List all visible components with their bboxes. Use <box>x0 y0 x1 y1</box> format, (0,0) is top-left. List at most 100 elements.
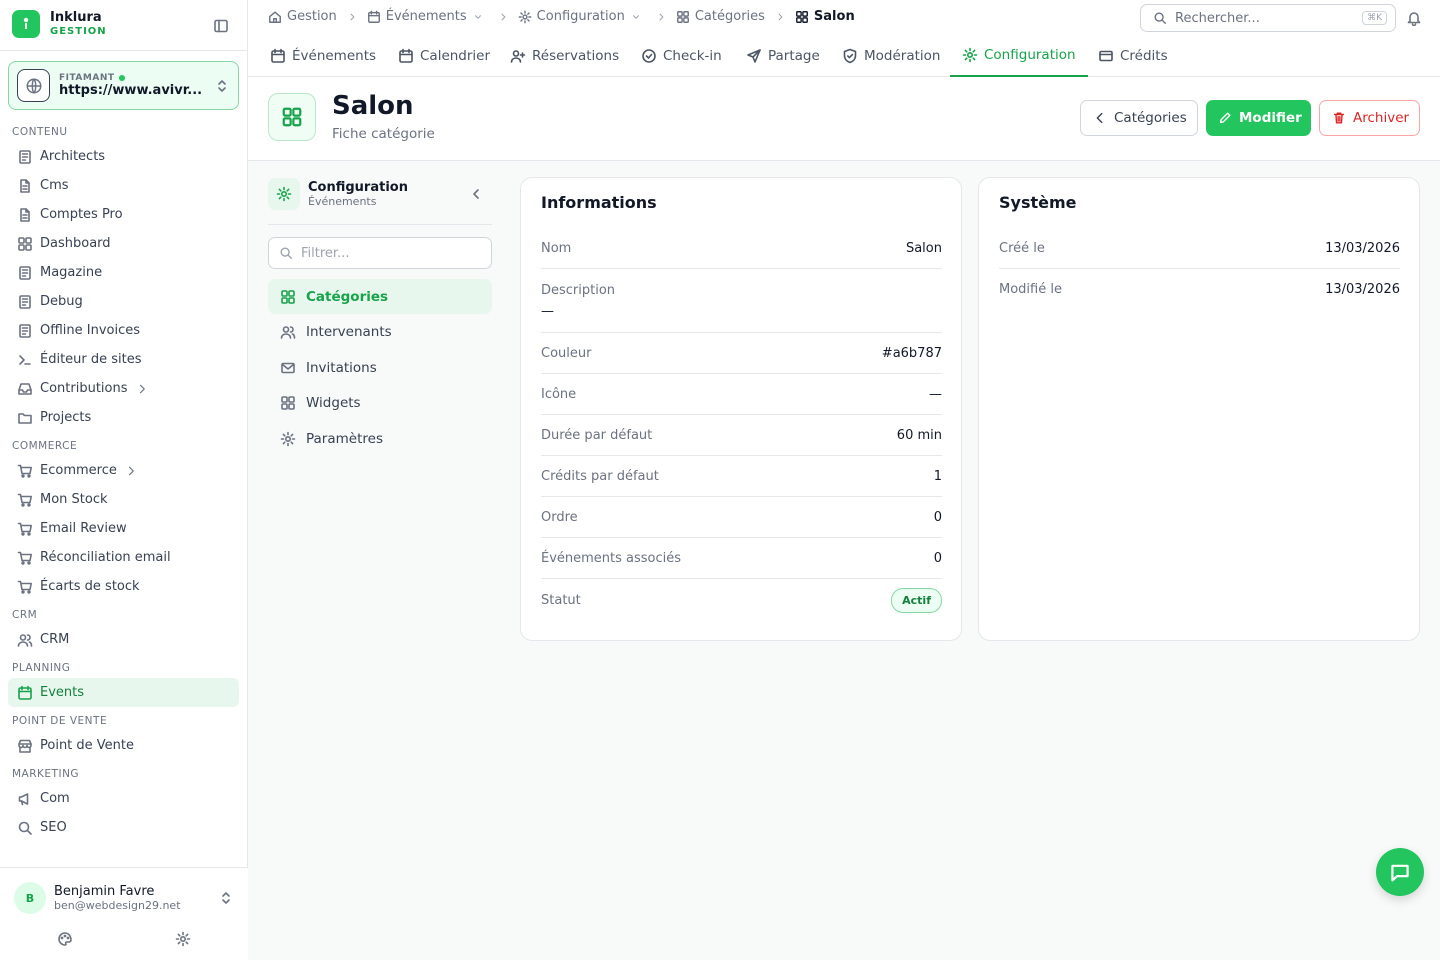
sidebar-item-label: Éditeur de sites <box>40 352 142 367</box>
user-plus-icon <box>510 48 526 64</box>
cart-icon <box>17 550 33 566</box>
field-row-description: Description — <box>541 269 942 333</box>
sidebar-item-architects[interactable]: Architects <box>8 142 239 171</box>
tab-reservations[interactable]: Réservations <box>498 35 631 77</box>
config-item-intervenants[interactable]: Intervenants <box>268 315 492 350</box>
sidebar-item-ecarts-de-stock[interactable]: Écarts de stock <box>8 572 239 601</box>
gear-icon <box>962 47 978 63</box>
archive-button-label: Archiver <box>1353 110 1410 126</box>
grid-icon <box>17 236 33 252</box>
tab-check-in[interactable]: Check-in <box>629 35 734 77</box>
field-label: Créé le <box>999 240 1045 256</box>
config-item-parametres[interactable]: Paramètres <box>268 421 492 456</box>
config-panel: Configuration Événements Filtrer... Caté… <box>268 178 492 457</box>
bell-icon[interactable] <box>1406 10 1422 26</box>
breadcrumb-item-gestion[interactable]: Gestion <box>268 9 337 24</box>
sidebar-item-comptes-pro[interactable]: Comptes Pro <box>8 200 239 229</box>
field-row-nom: Nom Salon <box>541 228 942 269</box>
search-input[interactable]: Rechercher... ⌘K <box>1140 4 1396 32</box>
chevron-right-icon <box>498 12 508 22</box>
card-icon <box>1098 48 1114 64</box>
field-value: 60 min <box>896 427 942 443</box>
terminal-icon <box>17 352 33 368</box>
chat-icon <box>1389 861 1411 883</box>
field-label: Événements associés <box>541 550 682 566</box>
nav-section-title: COMMERCE <box>12 440 78 452</box>
back-to-categories-button[interactable]: Catégories <box>1080 100 1198 136</box>
search-placeholder: Rechercher... <box>1175 10 1260 26</box>
brand[interactable]: Inklura GESTION <box>12 10 107 38</box>
tab-partage[interactable]: Partage <box>734 35 832 77</box>
nav-section-title: CRM <box>12 609 38 621</box>
sidebar-item-label: CRM <box>40 632 70 647</box>
sidebar-item-magazine[interactable]: Magazine <box>8 258 239 287</box>
sidebar-item-ecommerce[interactable]: Ecommerce <box>8 456 239 485</box>
chevron-right-icon <box>775 12 785 22</box>
config-item-label: Paramètres <box>306 430 383 447</box>
archive-button[interactable]: Archiver <box>1319 100 1420 136</box>
field-value: 0 <box>933 550 942 566</box>
config-item-label: Intervenants <box>306 324 392 340</box>
gear-icon[interactable] <box>175 931 191 947</box>
sidebar: Inklura GESTION FITAMANT https://www.avi… <box>0 0 248 960</box>
breadcrumb-item-configuration[interactable]: Configuration <box>518 9 646 24</box>
sidebar-item-seo[interactable]: SEO <box>8 813 239 842</box>
page-header: Salon Fiche catégorie Catégories Modifie… <box>248 77 1440 161</box>
sidebar-item-mon-stock[interactable]: Mon Stock <box>8 485 239 514</box>
filter-input[interactable]: Filtrer... <box>268 237 492 269</box>
shield-icon <box>842 48 858 64</box>
palette-icon[interactable] <box>57 931 73 947</box>
tab-moderation[interactable]: Modération <box>830 35 952 77</box>
sidebar-item-label: Debug <box>40 294 83 309</box>
sidebar-item-reconciliation-email[interactable]: Réconciliation email <box>8 543 239 572</box>
chevron-down-icon[interactable] <box>631 12 641 22</box>
sidebar-item-email-review[interactable]: Email Review <box>8 514 239 543</box>
tab-credits[interactable]: Crédits <box>1086 35 1180 77</box>
chevron-down-icon[interactable] <box>473 12 483 22</box>
sidebar-item-cms[interactable]: Cms <box>8 171 239 200</box>
sidebar-item-point-de-vente[interactable]: Point de Vente <box>8 731 239 760</box>
breadcrumb-item-categories[interactable]: Catégories <box>676 9 765 24</box>
sidebar-item-editeur-de-sites[interactable]: Éditeur de sites <box>8 345 239 374</box>
sidebar-item-projects[interactable]: Projects <box>8 403 239 432</box>
tab-calendrier[interactable]: Calendrier <box>386 35 502 77</box>
config-item-categories[interactable]: Catégories <box>268 279 492 314</box>
cart-icon <box>17 463 33 479</box>
config-item-widgets[interactable]: Widgets <box>268 386 492 421</box>
tab-label: Réservations <box>532 48 620 64</box>
config-item-invitations[interactable]: Invitations <box>268 350 492 385</box>
user-menu[interactable]: B Benjamin Favre ben@webdesign29.net <box>14 882 234 914</box>
tab-evenements[interactable]: Événements <box>258 35 388 77</box>
user-email: ben@webdesign29.net <box>54 899 181 912</box>
field-label: Modifié le <box>999 282 1062 297</box>
sidebar-toggle-icon[interactable] <box>213 18 229 34</box>
workspace-switcher[interactable]: FITAMANT https://www.avivr... <box>8 61 239 110</box>
sidebar-item-label: Contributions <box>40 381 128 396</box>
breadcrumb-label: Événements <box>385 9 467 24</box>
chevron-right-icon <box>136 383 148 395</box>
sidebar-item-com[interactable]: Com <box>8 784 239 813</box>
sidebar-item-label: Comptes Pro <box>40 207 123 222</box>
sidebar-item-contributions[interactable]: Contributions <box>8 374 239 403</box>
breadcrumb-label: Configuration <box>536 9 625 24</box>
sidebar-item-label: Réconciliation email <box>40 550 171 565</box>
field-label: Durée par défaut <box>541 427 653 443</box>
edit-button[interactable]: Modifier <box>1206 100 1311 136</box>
chat-button[interactable] <box>1376 848 1424 896</box>
sidebar-item-label: Magazine <box>40 265 103 280</box>
chevron-left-icon[interactable] <box>468 186 484 202</box>
users-icon <box>17 632 33 648</box>
breadcrumb-label: Catégories <box>694 9 765 24</box>
sidebar-item-events[interactable]: Events <box>8 678 239 707</box>
sidebar-item-offline-invoices[interactable]: Offline Invoices <box>8 316 239 345</box>
grid-icon <box>268 93 316 141</box>
pencil-icon <box>1218 111 1232 125</box>
sidebar-item-dashboard[interactable]: Dashboard <box>8 229 239 258</box>
breadcrumb-item-evenements[interactable]: Événements <box>367 9 488 24</box>
nav-section-title: POINT DE VENTE <box>12 715 108 727</box>
sidebar-item-debug[interactable]: Debug <box>8 287 239 316</box>
field-value: 13/03/2026 <box>1325 282 1400 297</box>
nav-section-title: CONTENU <box>12 126 68 138</box>
sidebar-item-crm[interactable]: CRM <box>8 625 239 654</box>
tab-configuration[interactable]: Configuration <box>950 35 1088 77</box>
